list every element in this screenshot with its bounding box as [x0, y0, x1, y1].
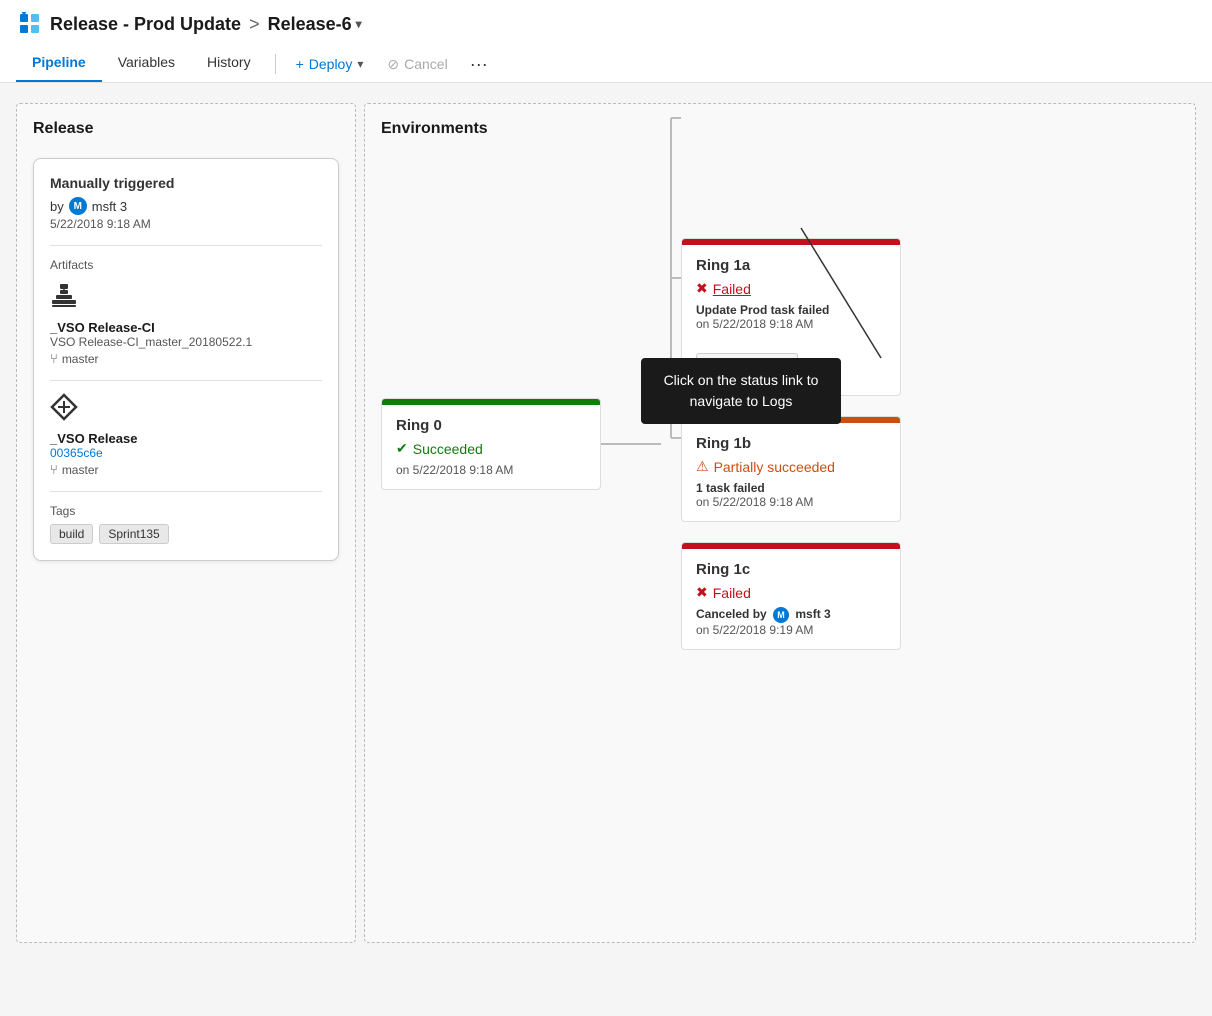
- artifact2-build: 00365c6e: [50, 446, 322, 460]
- fail2-icon: ✖: [696, 584, 708, 601]
- release-name[interactable]: Release-6 ▾: [268, 14, 362, 35]
- right-rings: Ring 1a ✖ Failed Update Prod task failed…: [661, 238, 901, 650]
- ring0-status: ✔ Succeeded: [396, 440, 586, 457]
- artifact2-name: _VSO Release: [50, 431, 322, 446]
- tab-pipeline[interactable]: Pipeline: [16, 46, 102, 82]
- tag-sprint: Sprint135: [99, 524, 168, 544]
- chevron-down-icon: ▾: [356, 17, 362, 31]
- tags-section: Tags build Sprint135: [50, 504, 322, 544]
- artifact2-link[interactable]: 00365c6e: [50, 446, 103, 460]
- ring1c-body: Ring 1c ✖ Failed Canceled by M msft 3: [682, 549, 900, 649]
- ring0-card: Ring 0 ✔ Succeeded on 5/22/2018 9:18 AM: [381, 398, 601, 490]
- ring1b-name: Ring 1b: [696, 435, 886, 452]
- avatar: M: [69, 197, 87, 215]
- more-button[interactable]: ···: [460, 48, 498, 81]
- trigger-date: 5/22/2018 9:18 AM: [50, 217, 322, 231]
- tags-row: build Sprint135: [50, 524, 322, 544]
- breadcrumb: Release - Prod Update > Release-6 ▾: [16, 10, 1196, 38]
- triggered-by: by M msft 3: [50, 197, 322, 215]
- branch2-icon: ⑂: [50, 462, 58, 477]
- artifact1-branch: ⑂ master: [50, 351, 322, 366]
- env-main-area: Ring 0 ✔ Succeeded on 5/22/2018 9:18 AM: [381, 158, 1179, 650]
- user-name: msft 3: [92, 199, 127, 214]
- ring1b-desc: 1 task failed: [696, 481, 886, 495]
- pipeline-icon: [16, 10, 44, 38]
- ring0-date: on 5/22/2018 9:18 AM: [396, 463, 586, 477]
- environments-panel: Environments Ring 0 ✔ Succeeded on 5/22/…: [364, 103, 1196, 943]
- cancel-icon: ⊘: [387, 56, 399, 73]
- ring1b-status: ⚠ Partially succeeded: [696, 458, 886, 475]
- warn-icon: ⚠: [696, 458, 709, 475]
- ring1b-body: Ring 1b ⚠ Partially succeeded 1 task fai…: [682, 423, 900, 521]
- deploy-chevron-icon: ▾: [357, 57, 363, 71]
- connector-line: [601, 443, 661, 445]
- ring1a-desc: Update Prod task failed: [696, 303, 886, 317]
- tooltip-text: Click on the status link to navigate to …: [664, 372, 819, 409]
- tags-label: Tags: [50, 504, 322, 518]
- ring1c-desc: Canceled by M msft 3: [696, 607, 886, 623]
- cancel-button[interactable]: ⊘ Cancel: [375, 50, 459, 79]
- tabs-row: Pipeline Variables History + Deploy ▾ ⊘ …: [16, 46, 1196, 82]
- ring1b-date: on 5/22/2018 9:18 AM: [696, 495, 886, 509]
- ring1c-wrapper: Ring 1c ✖ Failed Canceled by M msft 3: [681, 542, 901, 650]
- divider3: [50, 491, 322, 492]
- breadcrumb-separator: >: [249, 14, 260, 35]
- app-header: Release - Prod Update > Release-6 ▾ Pipe…: [0, 0, 1212, 83]
- artifacts-label: Artifacts: [50, 258, 322, 272]
- artifact-2: _VSO Release 00365c6e ⑂ master: [50, 393, 322, 477]
- tab-variables[interactable]: Variables: [102, 46, 191, 82]
- ring1c-card: Ring 1c ✖ Failed Canceled by M msft 3: [681, 542, 901, 650]
- ring1a-name: Ring 1a: [696, 257, 886, 274]
- ring0-name: Ring 0: [396, 417, 586, 434]
- plus-icon: +: [296, 56, 304, 72]
- ring1b-card: Ring 1b ⚠ Partially succeeded 1 task fai…: [681, 416, 901, 522]
- ring1a-status: ✖ Failed: [696, 280, 886, 297]
- check-icon: ✔: [396, 440, 408, 457]
- ring0-body: Ring 0 ✔ Succeeded on 5/22/2018 9:18 AM: [382, 405, 600, 489]
- rings-stacked: Ring 1a ✖ Failed Update Prod task failed…: [681, 238, 901, 650]
- ring1c-user-avatar: M: [773, 607, 789, 623]
- tab-separator: [275, 54, 276, 74]
- by-label: by: [50, 199, 64, 214]
- ring1c-name: Ring 1c: [696, 561, 886, 578]
- trigger-text: Manually triggered: [50, 175, 322, 191]
- tag-build: build: [50, 524, 93, 544]
- build-artifact-icon: [50, 282, 322, 316]
- release-panel: Release Manually triggered by M msft 3 5…: [16, 103, 356, 943]
- fail-icon: ✖: [696, 280, 708, 297]
- git-artifact-icon: [50, 393, 322, 427]
- divider: [50, 245, 322, 246]
- divider2: [50, 380, 322, 381]
- ring1c-status: ✖ Failed: [696, 584, 886, 601]
- tab-history[interactable]: History: [191, 46, 267, 82]
- ring1a-body: Ring 1a ✖ Failed Update Prod task failed…: [682, 245, 900, 343]
- ring1c-date: on 5/22/2018 9:19 AM: [696, 623, 886, 637]
- release-panel-title: Release: [33, 120, 339, 138]
- tooltip-box: Click on the status link to navigate to …: [641, 358, 841, 424]
- ring0-wrapper: Ring 0 ✔ Succeeded on 5/22/2018 9:18 AM: [381, 238, 901, 650]
- environments-panel-title: Environments: [381, 120, 1179, 138]
- ring1a-date: on 5/22/2018 9:18 AM: [696, 317, 886, 331]
- ring1b-wrapper: Ring 1b ⚠ Partially succeeded 1 task fai…: [681, 416, 901, 522]
- artifact1-build: VSO Release-CI_master_20180522.1: [50, 335, 322, 349]
- artifact-1: _VSO Release-CI VSO Release-CI_master_20…: [50, 282, 322, 366]
- artifact2-branch: ⑂ master: [50, 462, 322, 477]
- ring1a-status-link[interactable]: Failed: [713, 281, 751, 297]
- release-title: Release - Prod Update: [50, 14, 241, 35]
- deploy-button[interactable]: + Deploy ▾: [284, 50, 376, 78]
- main-content: Release Manually triggered by M msft 3 5…: [0, 83, 1212, 963]
- release-card: Manually triggered by M msft 3 5/22/2018…: [33, 158, 339, 561]
- artifact1-name: _VSO Release-CI: [50, 320, 322, 335]
- branch-icon: ⑂: [50, 351, 58, 366]
